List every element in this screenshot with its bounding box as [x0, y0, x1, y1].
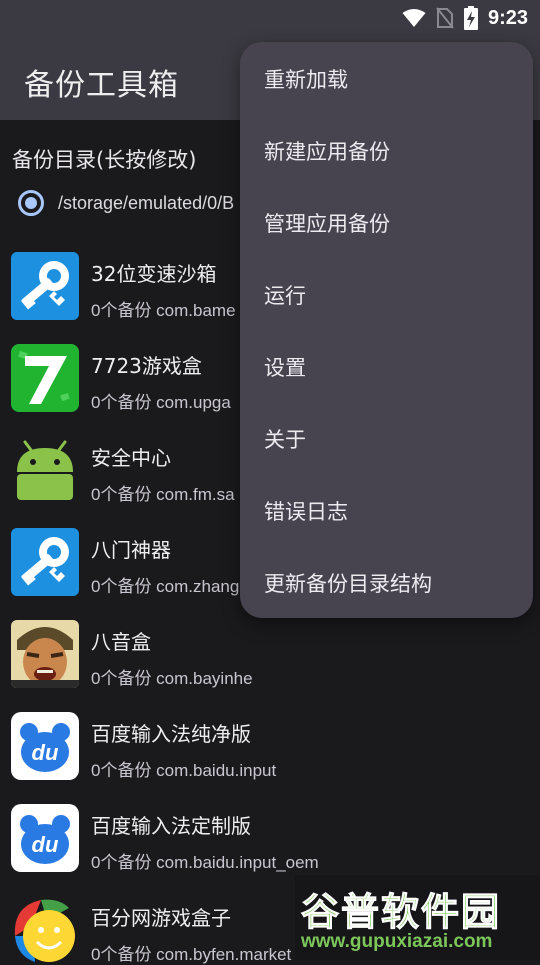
baidu-input-icon: du [11, 712, 79, 780]
android-icon [11, 436, 79, 504]
app-title: 备份工具箱 [24, 68, 179, 103]
status-bar: 9:23 [0, 0, 540, 36]
battery-charging-icon [463, 6, 478, 30]
backup-dir-radio[interactable] [18, 190, 44, 216]
svg-text:du: du [32, 740, 59, 765]
watermark-url: www.gupuxiazai.com [301, 931, 493, 952]
smiley-ball-icon [11, 896, 79, 964]
list-item[interactable]: du 百度输入法定制版 0个备份 com.baidu.input_oem [0, 776, 540, 872]
wifi-icon [402, 9, 426, 27]
overflow-menu: 重新加载 新建应用备份 管理应用备份 运行 设置 关于 错误日志 更新备份目录结… [240, 42, 533, 618]
menu-item-error-log[interactable]: 错误日志 [264, 496, 348, 526]
baidu-input-icon: du [11, 804, 79, 872]
menu-item-new-backup[interactable]: 新建应用备份 [264, 136, 390, 166]
watermark: 谷普软件园 www.gupuxiazai.com [295, 875, 540, 960]
status-time: 9:23 [487, 6, 528, 29]
app-name: 7723游戏盒 [91, 354, 202, 378]
watermark-title: 谷普软件园 [300, 890, 502, 935]
app-name: 八门神器 [91, 538, 171, 562]
list-item[interactable]: du 百度输入法纯净版 0个备份 com.baidu.input [0, 684, 540, 780]
menu-item-manage-backup[interactable]: 管理应用备份 [264, 208, 390, 238]
menu-item-reload[interactable]: 重新加载 [264, 64, 348, 94]
menu-item-run[interactable]: 运行 [264, 280, 306, 310]
app-name: 百度输入法纯净版 [91, 722, 251, 746]
key-wrench-icon [11, 252, 79, 320]
app-package: 0个备份 com.byfen.market [91, 945, 292, 964]
status-icons: 9:23 [402, 6, 528, 30]
no-sim-icon [436, 7, 454, 29]
menu-item-settings[interactable]: 设置 [264, 352, 306, 382]
menu-item-update-dir-structure[interactable]: 更新备份目录结构 [264, 568, 432, 598]
key-wrench-icon [11, 528, 79, 596]
app-name: 百度输入法定制版 [91, 814, 251, 838]
menu-item-about[interactable]: 关于 [264, 424, 306, 454]
app-name: 32位变速沙箱 [91, 262, 217, 286]
app-name: 百分网游戏盒子 [91, 906, 231, 930]
backup-dir-option[interactable]: /storage/emulated/0/B [18, 190, 234, 216]
backup-dir-path: /storage/emulated/0/B [58, 192, 235, 213]
app-name: 八音盒 [91, 630, 151, 654]
app-name: 安全中心 [91, 446, 171, 470]
svg-text:du: du [32, 832, 59, 857]
backup-dir-label[interactable]: 备份目录(长按修改) [12, 144, 196, 174]
character-face-icon [11, 620, 79, 688]
seven-game-icon [11, 344, 79, 412]
